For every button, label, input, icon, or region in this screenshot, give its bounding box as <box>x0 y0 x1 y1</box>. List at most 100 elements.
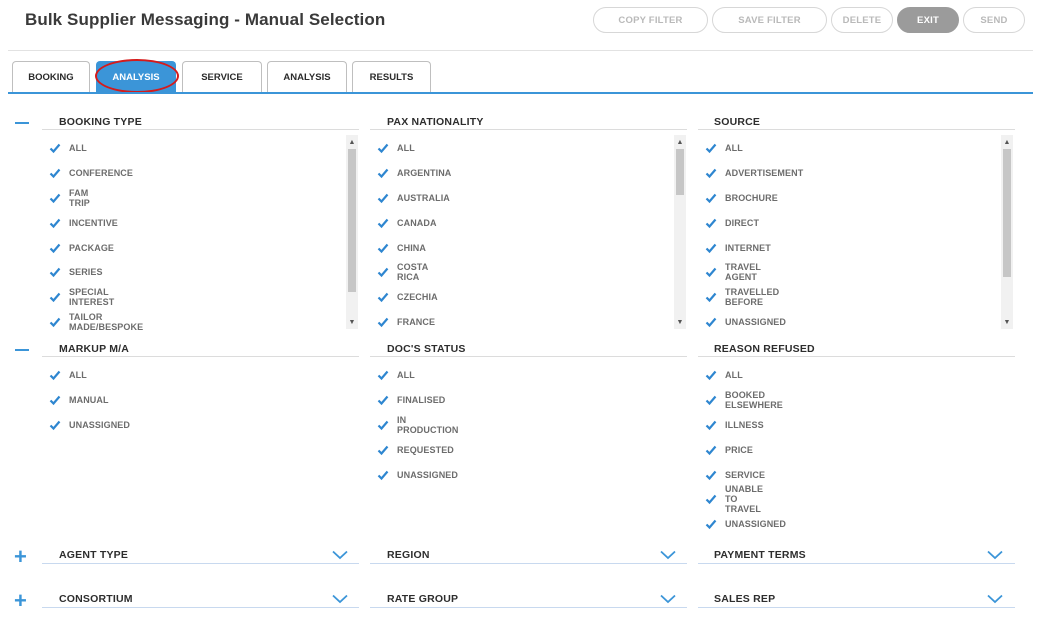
checkbox-checked-icon[interactable] <box>705 217 717 229</box>
section-region-title[interactable]: REGION <box>387 549 430 561</box>
list-item[interactable]: UNASSIGNED <box>705 315 786 329</box>
list-item[interactable]: ADVERTISEMENT <box>705 166 803 180</box>
list-item[interactable]: PRICE <box>705 443 753 457</box>
list-item[interactable]: FRANCE <box>377 315 435 329</box>
list-item[interactable]: TRAVEL AGENT <box>705 262 761 282</box>
list-item[interactable]: ALL <box>705 368 743 382</box>
exit-button[interactable]: EXIT <box>897 7 959 33</box>
send-button[interactable]: SEND <box>963 7 1025 33</box>
checkbox-checked-icon[interactable] <box>705 369 717 381</box>
checkbox-checked-icon[interactable] <box>49 419 61 431</box>
list-item[interactable]: FAM TRIP <box>49 188 90 208</box>
checkbox-checked-icon[interactable] <box>705 518 717 530</box>
checkbox-checked-icon[interactable] <box>705 291 717 303</box>
checkbox-checked-icon[interactable] <box>377 316 389 328</box>
checkbox-checked-icon[interactable] <box>377 419 389 431</box>
checkbox-checked-icon[interactable] <box>377 469 389 481</box>
scroll-down-icon[interactable]: ▼ <box>1001 317 1013 327</box>
tab-results[interactable]: RESULTS <box>352 61 431 93</box>
list-item[interactable]: SERIES <box>49 265 103 279</box>
list-item[interactable]: BOOKED ELSEWHERE <box>705 390 783 410</box>
list-item[interactable]: ALL <box>377 141 415 155</box>
scroll-up-icon[interactable]: ▲ <box>1001 137 1013 147</box>
checkbox-checked-icon[interactable] <box>49 316 61 328</box>
list-item[interactable]: MANUAL <box>49 393 109 407</box>
expand-row-3-icon[interactable]: + <box>14 546 27 568</box>
list-item[interactable]: CZECHIA <box>377 290 438 304</box>
tab-analysis-2[interactable]: ANALYSIS <box>267 61 347 93</box>
checkbox-checked-icon[interactable] <box>377 394 389 406</box>
collapse-row-2-icon[interactable] <box>15 349 29 351</box>
list-item[interactable]: ALL <box>377 368 415 382</box>
scroll-up-icon[interactable]: ▲ <box>674 137 686 147</box>
section-agent-type-title[interactable]: AGENT TYPE <box>59 549 128 561</box>
checkbox-checked-icon[interactable] <box>377 217 389 229</box>
checkbox-checked-icon[interactable] <box>377 242 389 254</box>
pax-nationality-scrollbar[interactable]: ▲ ▼ <box>674 135 686 329</box>
delete-button[interactable]: DELETE <box>831 7 893 33</box>
list-item[interactable]: ARGENTINA <box>377 166 451 180</box>
checkbox-checked-icon[interactable] <box>49 167 61 179</box>
checkbox-checked-icon[interactable] <box>705 266 717 278</box>
list-item[interactable]: PACKAGE <box>49 241 114 255</box>
section-consortium-title[interactable]: CONSORTIUM <box>59 593 133 605</box>
list-item[interactable]: SERVICE <box>705 468 765 482</box>
scroll-down-icon[interactable]: ▼ <box>346 317 358 327</box>
checkbox-checked-icon[interactable] <box>377 192 389 204</box>
checkbox-checked-icon[interactable] <box>705 444 717 456</box>
list-item[interactable]: UNASSIGNED <box>377 468 458 482</box>
list-item[interactable]: COSTA RICA <box>377 262 428 282</box>
scroll-thumb[interactable] <box>348 149 356 292</box>
list-item[interactable]: DIRECT <box>705 216 759 230</box>
chevron-down-icon[interactable] <box>660 594 676 604</box>
checkbox-checked-icon[interactable] <box>49 242 61 254</box>
list-item[interactable]: UNABLE TO TRAVEL <box>705 484 763 514</box>
scroll-up-icon[interactable]: ▲ <box>346 137 358 147</box>
checkbox-checked-icon[interactable] <box>377 142 389 154</box>
tab-analysis[interactable]: ANALYSIS <box>95 59 179 93</box>
checkbox-checked-icon[interactable] <box>49 266 61 278</box>
save-filter-button[interactable]: SAVE FILTER <box>712 7 827 33</box>
checkbox-checked-icon[interactable] <box>705 142 717 154</box>
list-item[interactable]: ILLNESS <box>705 418 764 432</box>
list-item[interactable]: ALL <box>49 141 87 155</box>
list-item[interactable]: REQUESTED <box>377 443 454 457</box>
checkbox-checked-icon[interactable] <box>49 217 61 229</box>
list-item[interactable]: SPECIAL INTEREST <box>49 287 114 307</box>
checkbox-checked-icon[interactable] <box>705 316 717 328</box>
section-sales-rep-title[interactable]: SALES REP <box>714 593 775 605</box>
checkbox-checked-icon[interactable] <box>377 167 389 179</box>
source-scrollbar[interactable]: ▲ ▼ <box>1001 135 1013 329</box>
section-rate-group-title[interactable]: RATE GROUP <box>387 593 458 605</box>
list-item[interactable]: TRAVELLED BEFORE <box>705 287 779 307</box>
checkbox-checked-icon[interactable] <box>705 242 717 254</box>
tab-booking[interactable]: BOOKING <box>12 61 90 93</box>
list-item[interactable]: INCENTIVE <box>49 216 118 230</box>
checkbox-checked-icon[interactable] <box>49 369 61 381</box>
chevron-down-icon[interactable] <box>332 594 348 604</box>
checkbox-checked-icon[interactable] <box>377 444 389 456</box>
list-item[interactable]: IN PRODUCTION <box>377 415 459 435</box>
booking-type-scrollbar[interactable]: ▲ ▼ <box>346 135 358 329</box>
list-item[interactable]: ALL <box>705 141 743 155</box>
collapse-row-1-icon[interactable] <box>15 122 29 124</box>
list-item[interactable]: UNASSIGNED <box>705 517 786 531</box>
list-item[interactable]: AUSTRALIA <box>377 191 450 205</box>
checkbox-checked-icon[interactable] <box>705 394 717 406</box>
checkbox-checked-icon[interactable] <box>705 419 717 431</box>
section-payment-terms-title[interactable]: PAYMENT TERMS <box>714 549 806 561</box>
chevron-down-icon[interactable] <box>987 594 1003 604</box>
checkbox-checked-icon[interactable] <box>377 291 389 303</box>
tab-service[interactable]: SERVICE <box>182 61 262 93</box>
chevron-down-icon[interactable] <box>660 550 676 560</box>
checkbox-checked-icon[interactable] <box>49 192 61 204</box>
scroll-thumb[interactable] <box>1003 149 1011 277</box>
expand-row-4-icon[interactable]: + <box>14 590 27 612</box>
checkbox-checked-icon[interactable] <box>705 493 717 505</box>
chevron-down-icon[interactable] <box>987 550 1003 560</box>
checkbox-checked-icon[interactable] <box>49 291 61 303</box>
list-item[interactable]: FINALISED <box>377 393 445 407</box>
list-item[interactable]: BROCHURE <box>705 191 778 205</box>
checkbox-checked-icon[interactable] <box>705 167 717 179</box>
copy-filter-button[interactable]: COPY FILTER <box>593 7 708 33</box>
